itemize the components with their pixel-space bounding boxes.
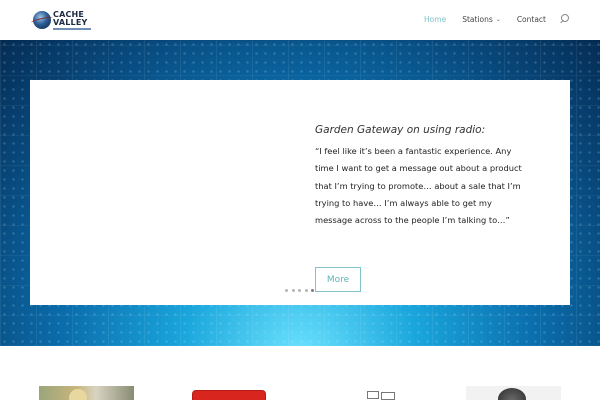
- red-sign-image[interactable]: [189, 386, 284, 400]
- person-photo[interactable]: [39, 386, 134, 400]
- microphone-icon: [498, 388, 526, 400]
- slider-dot-active[interactable]: [311, 289, 314, 292]
- site-logo[interactable]: CACHE VALLEY: [33, 9, 91, 31]
- slider-pagination: [285, 289, 318, 292]
- slider-dot[interactable]: [285, 289, 288, 292]
- site-header: CACHE VALLEY Home Stations ⌄ Contact: [0, 0, 600, 40]
- microphone-image[interactable]: [466, 386, 561, 400]
- more-button[interactable]: More: [315, 267, 361, 292]
- slider-dot[interactable]: [298, 289, 301, 292]
- nav-item-home[interactable]: Home: [424, 15, 446, 24]
- nav-item-contact[interactable]: Contact: [517, 15, 546, 24]
- logo-line-2: VALLEY: [53, 17, 88, 27]
- station-thumbnails: [0, 386, 600, 400]
- search-icon[interactable]: [560, 14, 570, 24]
- globe-icon: [33, 11, 51, 29]
- sketch-box: [381, 392, 395, 400]
- sketch-box: [367, 391, 379, 399]
- red-sign-shape: [193, 391, 265, 400]
- logo-underline: [53, 27, 91, 30]
- sketch-image[interactable]: [327, 386, 422, 400]
- nav-item-label: Contact: [516, 14, 546, 24]
- logo-text: CACHE VALLEY: [53, 10, 91, 30]
- slide-title: Garden Gateway on using radio:: [315, 124, 486, 136]
- nav-item-label: Stations: [462, 14, 493, 24]
- slider-dot[interactable]: [304, 289, 308, 292]
- nav-item-stations[interactable]: Stations ⌄: [462, 15, 501, 24]
- main-nav: Home Stations ⌄ Contact: [408, 14, 570, 24]
- slider-dot[interactable]: [291, 289, 295, 292]
- nav-item-label: Home: [424, 14, 447, 24]
- chevron-down-icon: ⌄: [495, 15, 501, 23]
- slide-quote: “I feel like it’s been a fantastic exper…: [315, 146, 522, 226]
